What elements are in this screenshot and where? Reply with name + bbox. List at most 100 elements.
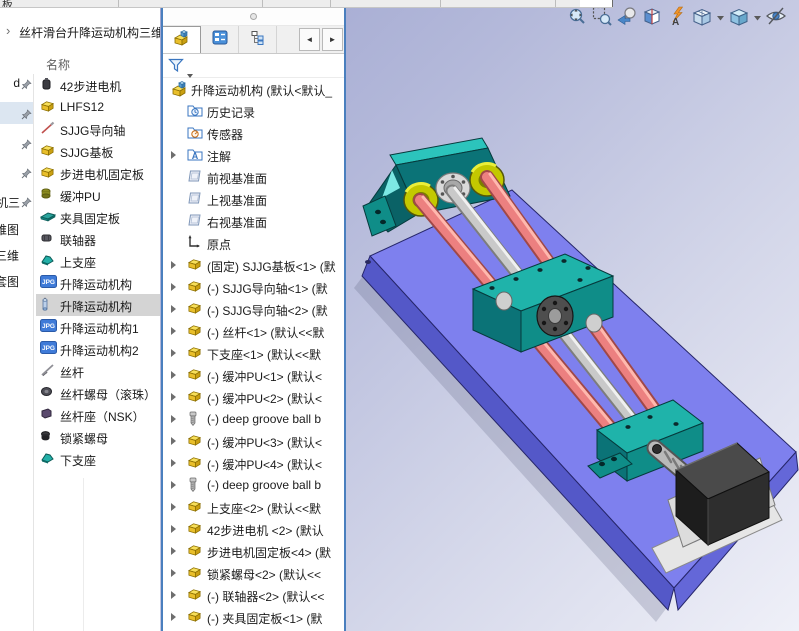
tree-item[interactable]: (-) 夹具固定板<1> (默: [163, 606, 344, 628]
tree-item[interactable]: (-) SJJG导向轴<2> (默: [163, 298, 344, 320]
quickaccess-item[interactable]: 套图: [0, 269, 33, 291]
tab-scroll-left-button[interactable]: ◄: [299, 28, 320, 51]
tree-item[interactable]: 步进电机固定板<4> (默: [163, 540, 344, 562]
tree-item[interactable]: 前视基准面: [163, 166, 344, 188]
file-list-item[interactable]: 锁紧螺母: [36, 426, 160, 448]
file-list-item[interactable]: 上支座: [36, 250, 160, 272]
file-list-item[interactable]: 下支座: [36, 448, 160, 470]
zoom-to-area-button[interactable]: [591, 7, 613, 29]
tree-item[interactable]: (-) 缓冲PU<2> (默认<: [163, 386, 344, 408]
view-orientation-icon: [691, 5, 713, 32]
view-orientation-caret-icon[interactable]: [716, 7, 725, 29]
expand-arrow-icon[interactable]: [171, 349, 176, 357]
file-list-item[interactable]: SJJG基板: [36, 140, 160, 162]
zoom-to-fit-button[interactable]: [566, 7, 588, 29]
expand-arrow-icon[interactable]: [171, 437, 176, 445]
expand-arrow-icon[interactable]: [171, 569, 176, 577]
file-list-item[interactable]: SJJG导向轴: [36, 118, 160, 140]
file-list-item[interactable]: JPG升降运动机构2: [36, 338, 160, 360]
tree-item[interactable]: 原点: [163, 232, 344, 254]
file-list-item[interactable]: 丝杆: [36, 360, 160, 382]
file-list-item[interactable]: LHFS12: [36, 96, 160, 118]
tree-item[interactable]: (-) deep groove ball b: [163, 408, 344, 430]
expand-arrow-icon[interactable]: [171, 503, 176, 511]
tree-root-item[interactable]: 升降运动机构 (默认<默认_: [163, 78, 344, 100]
expand-arrow-icon[interactable]: [171, 305, 176, 313]
tree-item[interactable]: (-) 缓冲PU<4> (默认<: [163, 452, 344, 474]
tree-item[interactable]: 右视基准面: [163, 210, 344, 232]
file-list-item[interactable]: 丝杆座（NSK）: [36, 404, 160, 426]
tree-item[interactable]: (-) deep groove ball b: [163, 474, 344, 496]
hide-show-items-button[interactable]: [765, 7, 787, 29]
filter-icon[interactable]: [168, 58, 185, 78]
expand-arrow-icon[interactable]: [171, 525, 176, 533]
file-list-item[interactable]: 升降运动机构: [36, 294, 160, 316]
expand-arrow-icon[interactable]: [171, 393, 176, 401]
file-name: LHFS12: [60, 100, 104, 114]
assembly-icon: [187, 345, 205, 361]
hide-annotations-button[interactable]: A: [666, 7, 688, 29]
view-orientation-button[interactable]: [691, 7, 713, 29]
section-view-button[interactable]: [641, 7, 663, 29]
support-file-icon: [40, 451, 58, 467]
tree-item[interactable]: 历史记录: [163, 100, 344, 122]
file-list-item[interactable]: 42步进电机: [36, 74, 160, 96]
file-list-item[interactable]: 夹具固定板: [36, 206, 160, 228]
quickaccess-item[interactable]: d: [0, 72, 33, 94]
tree-item[interactable]: A注解: [163, 144, 344, 166]
file-list-item[interactable]: JPG升降运动机构: [36, 272, 160, 294]
file-name: 锁紧螺母: [60, 430, 108, 447]
tree-item[interactable]: 上视基准面: [163, 188, 344, 210]
assembly-icon: [187, 499, 205, 515]
display-style-button[interactable]: [728, 7, 750, 29]
tree-item[interactable]: (-) 缓冲PU<3> (默认<: [163, 430, 344, 452]
tree-item[interactable]: (-) 缓冲PU<1> (默认<: [163, 364, 344, 386]
file-list-item[interactable]: 缓冲PU: [36, 184, 160, 206]
expand-arrow-icon[interactable]: [171, 415, 176, 423]
expand-arrow-icon[interactable]: [171, 261, 176, 269]
expand-arrow-icon[interactable]: [171, 613, 176, 621]
quickaccess-item[interactable]: [0, 132, 33, 154]
file-list-item[interactable]: 丝杆螺母（滚珠）: [36, 382, 160, 404]
solidworks-screen: A 板 › 丝杆滑台升降运动机构三维 名称 d机三维图三维套图 42步进电机LH…: [0, 0, 799, 631]
svg-text:JPG: JPG: [42, 345, 55, 352]
configurationmanager-tab[interactable]: [239, 26, 277, 53]
tree-item[interactable]: (-) SJJG导向轴<1> (默: [163, 276, 344, 298]
svg-text:A: A: [672, 17, 679, 27]
quickaccess-item[interactable]: [0, 161, 33, 183]
expand-arrow-icon[interactable]: [171, 371, 176, 379]
expand-arrow-icon[interactable]: [171, 459, 176, 467]
tree-item[interactable]: (固定) SJJG基板<1> (默: [163, 254, 344, 276]
tree-item[interactable]: 锁紧螺母<2> (默认<<: [163, 562, 344, 584]
propertymanager-tab[interactable]: [201, 26, 239, 53]
tree-item-label: 历史记录: [207, 104, 255, 121]
feature-tree: 升降运动机构 (默认<默认_ 历史记录传感器A注解前视基准面上视基准面右视基准面原…: [163, 78, 344, 630]
tree-item[interactable]: (-) 联轴器<2> (默认<<: [163, 584, 344, 606]
previous-view-button[interactable]: [616, 7, 638, 29]
tab-scroll-right-button[interactable]: ►: [322, 28, 343, 51]
flange-nut[interactable]: [537, 296, 573, 336]
tree-item[interactable]: 42步进电机 <2> (默认: [163, 518, 344, 540]
expand-arrow-icon[interactable]: [171, 591, 176, 599]
expand-arrow-icon[interactable]: [171, 327, 176, 335]
file-list-item[interactable]: 联轴器: [36, 228, 160, 250]
panel-splitter-handle[interactable]: [163, 8, 344, 26]
file-list-item[interactable]: 步进电机固定板: [36, 162, 160, 184]
display-style-caret-icon[interactable]: [753, 7, 762, 29]
tree-item[interactable]: 传感器: [163, 122, 344, 144]
featuremanager-tab[interactable]: [163, 26, 201, 53]
quickaccess-item[interactable]: 机三: [0, 190, 33, 212]
quickaccess-item[interactable]: 维图: [0, 217, 33, 239]
expand-arrow-icon[interactable]: [171, 283, 176, 291]
quickaccess-item[interactable]: 三维: [0, 243, 33, 265]
expand-arrow-icon[interactable]: [171, 151, 176, 159]
expand-arrow-icon[interactable]: [171, 481, 176, 489]
quickaccess-item[interactable]: [0, 102, 33, 124]
root-icon: [171, 81, 189, 97]
expand-arrow-icon[interactable]: [171, 547, 176, 555]
tree-item[interactable]: 下支座<1> (默认<<默: [163, 342, 344, 364]
tree-item[interactable]: (-) 丝杆<1> (默认<<默: [163, 320, 344, 342]
column-header-name[interactable]: 名称: [46, 56, 70, 73]
tree-item[interactable]: 上支座<2> (默认<<默: [163, 496, 344, 518]
file-list-item[interactable]: JPG升降运动机构1: [36, 316, 160, 338]
